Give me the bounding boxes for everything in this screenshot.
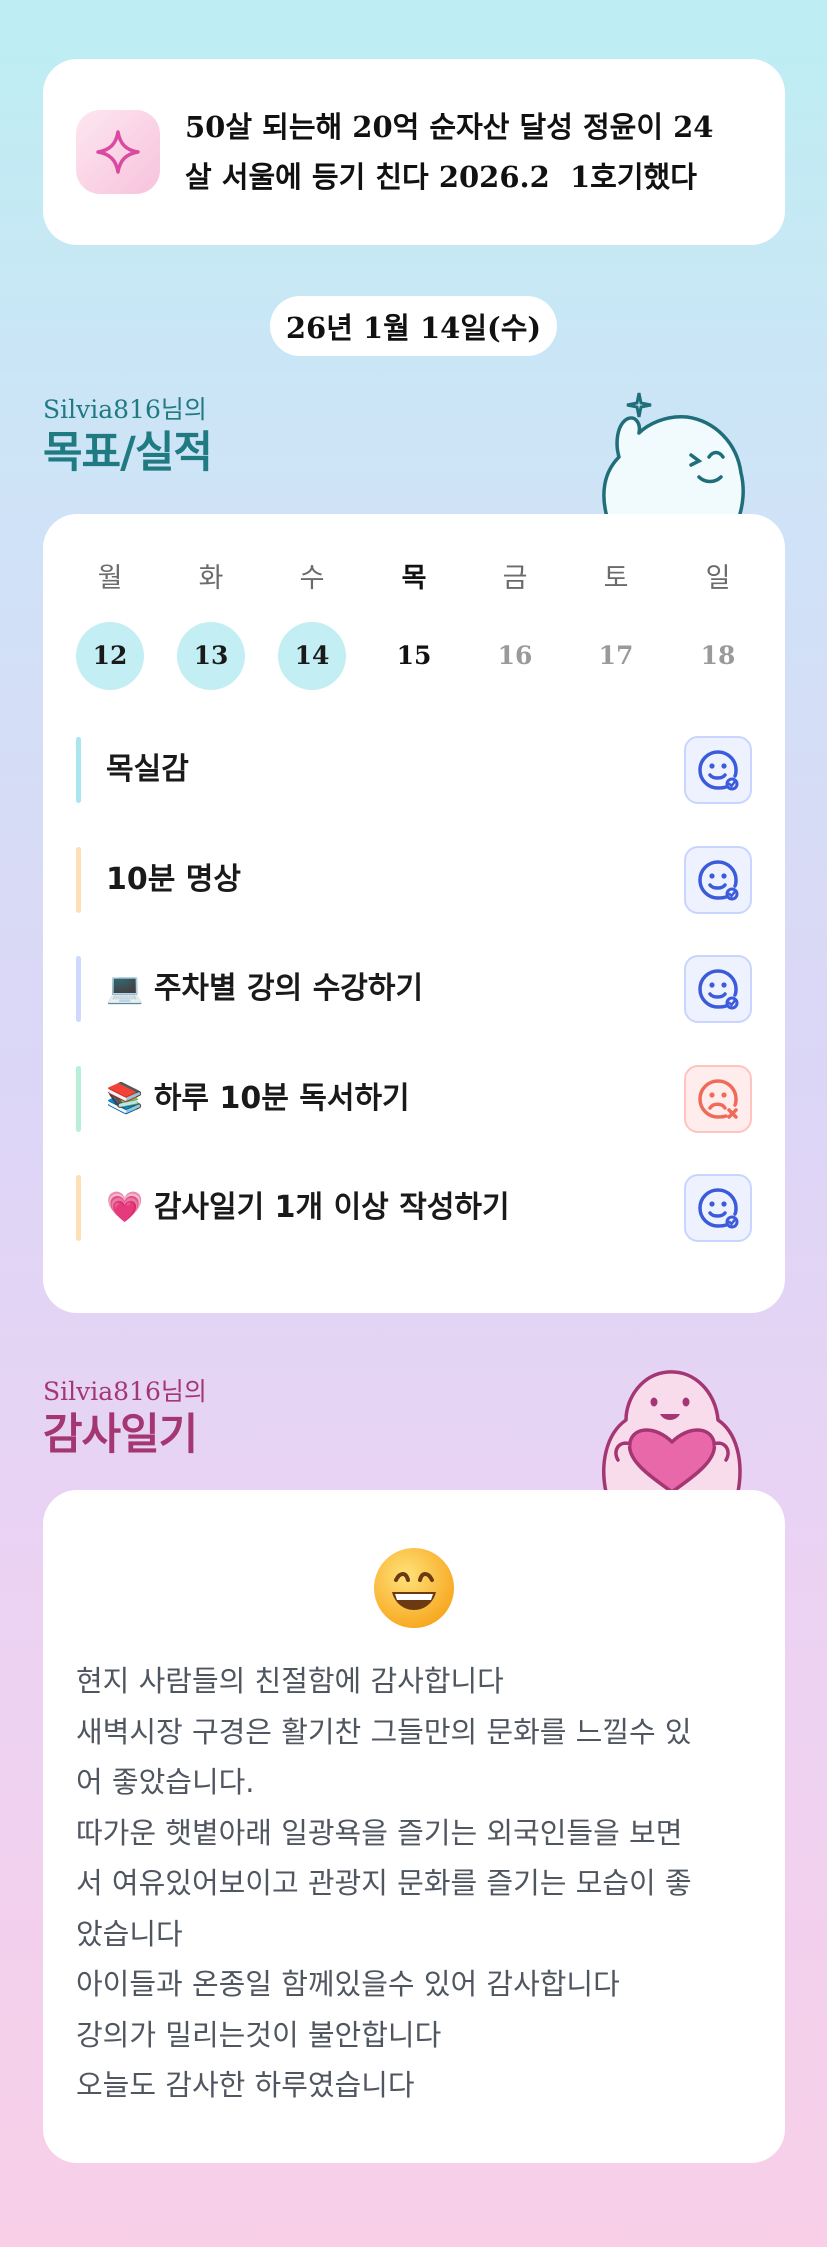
goal-line-1: 50살 되는해 20억 순자산 달성 정윤이 24 [185,110,714,144]
books-emoji-icon: 📚 [106,1081,144,1116]
date-pill[interactable]: 26년 1월 14일(수) [270,296,557,356]
day-13[interactable]: 13 [177,622,245,690]
weekday-sat: 토 [603,563,629,594]
day-14[interactable]: 14 [278,622,346,690]
habit-row[interactable]: 📚 하루 10분 독서하기 [76,1064,752,1134]
smile-status-icon[interactable] [684,955,752,1023]
grinning-face-icon [374,1548,454,1628]
ghost-mascot-illustration [602,392,745,517]
habit-color-bar [76,847,81,913]
goal-card[interactable]: 50살 되는해 20억 순자산 달성 정윤이 24 살 서울에 등기 친다 20… [43,59,785,245]
habit-row[interactable]: 10분 명상 [76,845,752,915]
day-17[interactable]: 17 [582,622,650,690]
weekday-mon: 월 [97,563,123,594]
gratitude-text: 현지 사람들의 친절함에 감사합니다 새벽시장 구경은 활기찬 그들만의 문화를… [76,1656,756,2111]
gratitude-line: 새벽시장 구경은 활기찬 그들만의 문화를 느낄수 있 [76,1714,692,1749]
goal-line-2: 살 서울에 등기 친다 2026.2 1호기했다 [185,160,697,194]
gratitude-line: 아이들과 온종일 함께있을수 있어 감사합니다 [76,1967,620,2001]
gratitude-title: 감사일기 [43,1410,198,1460]
weekday-fri: 금 [502,563,528,594]
sparkle-icon [76,110,160,194]
habit-label: 💻 주차별 강의 수강하기 [106,971,424,1006]
tracker-title: 목표/실적 [43,428,213,478]
gratitude-line: 따가운 햇볕아래 일광욕을 즐기는 외국인들을 보면 [76,1815,683,1850]
habit-row[interactable]: 💗 감사일기 1개 이상 작성하기 [76,1173,752,1243]
habit-color-bar [76,1066,81,1132]
day-row: 12 13 14 15 16 17 18 [43,622,785,692]
habit-label: 10분 명상 [106,862,241,897]
weekday-sun: 일 [705,563,731,594]
day-18[interactable]: 18 [684,622,752,690]
weekday-thu: 목 [401,563,427,594]
goal-text: 50살 되는해 20억 순자산 달성 정윤이 24 살 서울에 등기 친다 20… [185,102,714,202]
weekday-wed: 수 [299,563,325,594]
day-12[interactable]: 12 [76,622,144,690]
pink-heart-emoji-icon: 💗 [106,1190,144,1225]
tracker-card: 월 화 수 목 금 토 일 12 13 14 15 16 17 18 목실감 1… [43,514,785,1313]
habit-color-bar [76,1175,81,1241]
gratitude-line: 어 좋았습니다. [76,1765,255,1799]
habit-label: 📚 하루 10분 독서하기 [106,1081,410,1116]
sad-fail-status-icon[interactable] [684,1065,752,1133]
habit-color-bar [76,737,81,803]
gratitude-card: 현지 사람들의 친절함에 감사합니다 새벽시장 구경은 활기찬 그들만의 문화를… [43,1490,785,2163]
habit-label: 💗 감사일기 1개 이상 작성하기 [106,1190,510,1225]
habit-row[interactable]: 목실감 [76,735,752,805]
weekday-tue: 화 [198,563,224,594]
habit-row[interactable]: 💻 주차별 강의 수강하기 [76,954,752,1024]
gratitude-line: 서 여유있어보이고 관광지 문화를 즐기는 모습이 좋 [76,1866,692,1900]
day-16[interactable]: 16 [481,622,549,690]
gratitude-line: 았습니다 [76,1916,183,1951]
gratitude-line: 강의가 밀리는것이 불안합니다 [76,2017,442,2052]
laptop-emoji-icon: 💻 [106,971,144,1006]
smile-status-icon[interactable] [684,846,752,914]
weekday-row: 월 화 수 목 금 토 일 [43,556,785,596]
smile-status-icon[interactable] [684,1174,752,1242]
smile-status-icon[interactable] [684,736,752,804]
habit-color-bar [76,956,81,1022]
day-15[interactable]: 15 [380,622,448,690]
gratitude-line: 오늘도 감사한 하루였습니다 [76,2068,415,2102]
heart-mascot-illustration [602,1370,742,1492]
gratitude-line: 현지 사람들의 친절함에 감사합니다 [76,1664,504,1698]
habit-label: 목실감 [106,752,189,787]
